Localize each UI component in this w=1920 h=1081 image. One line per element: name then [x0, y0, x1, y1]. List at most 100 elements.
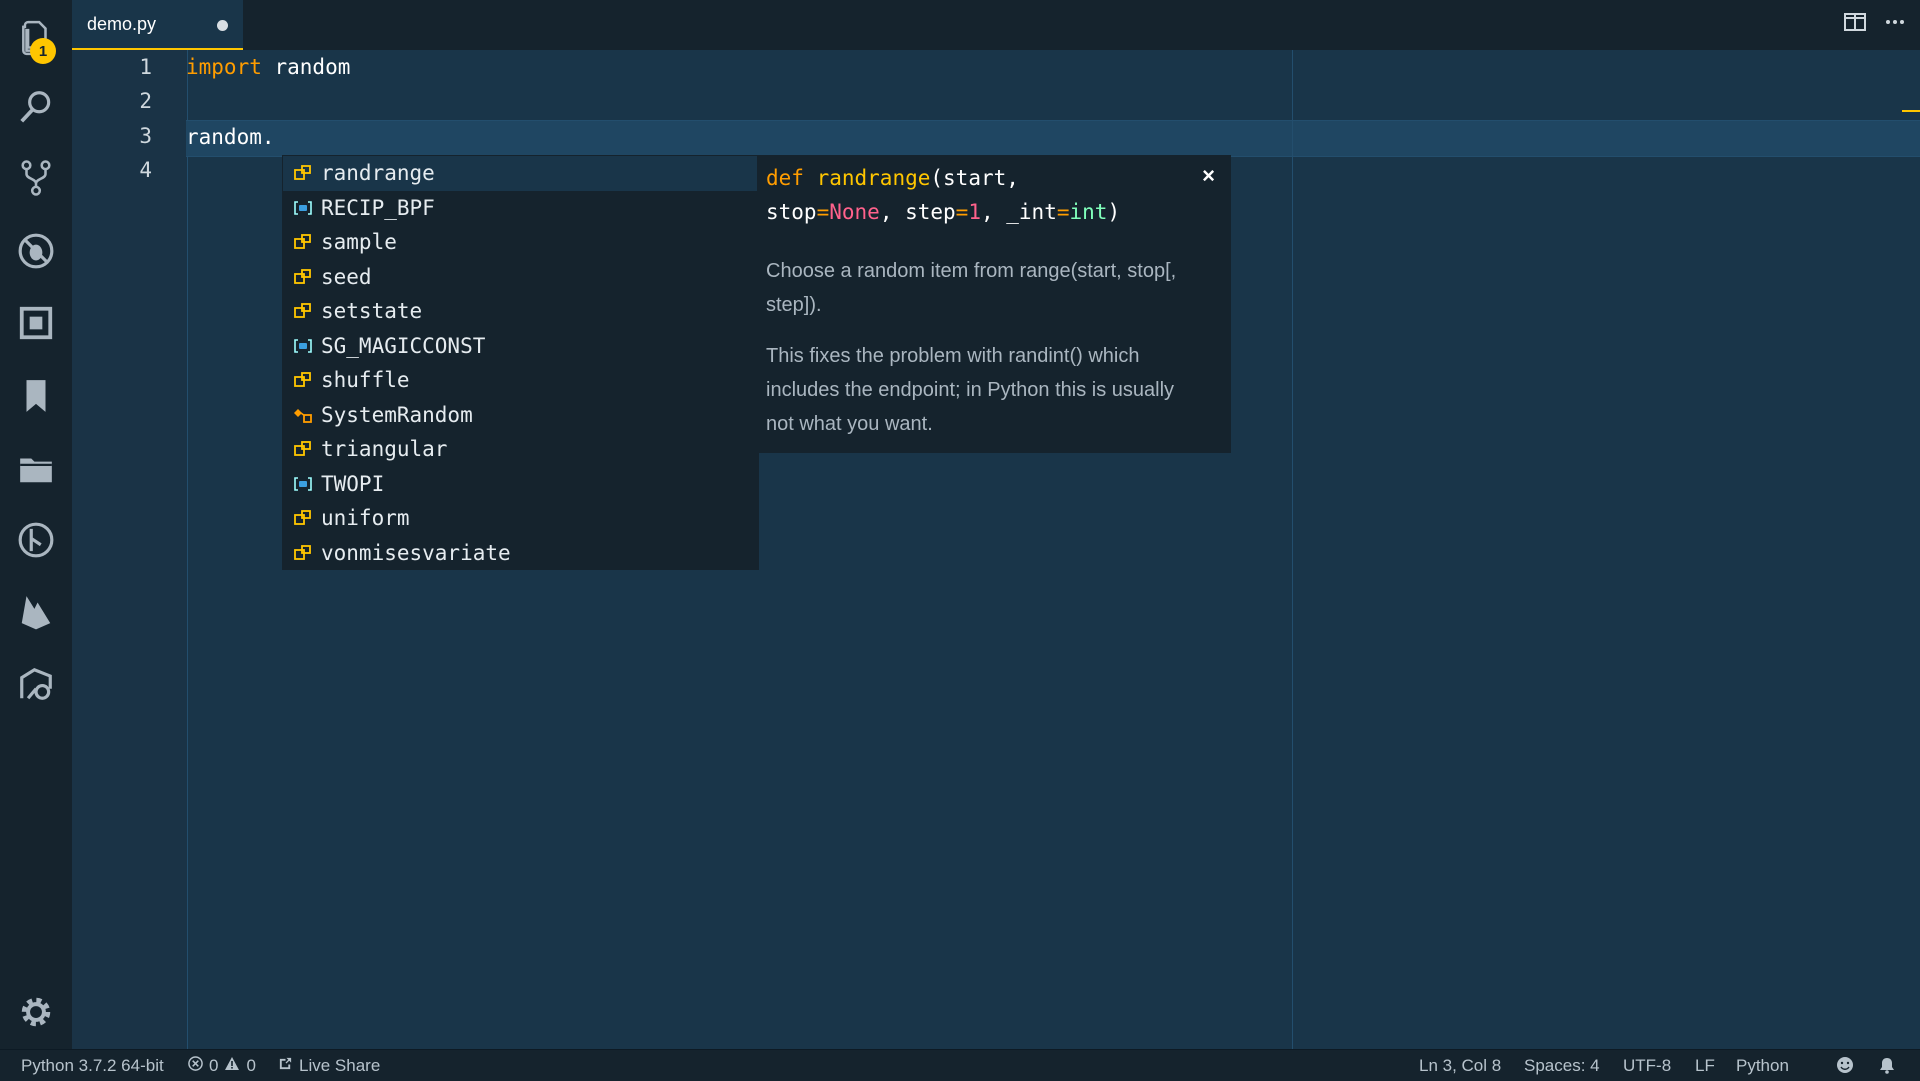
- live-share-button[interactable]: Live Share: [278, 1056, 380, 1076]
- sig-open: (start,: [930, 166, 1019, 190]
- tab-label: demo.py: [87, 14, 157, 34]
- line-number: 3: [139, 124, 152, 148]
- method-icon: [291, 541, 315, 565]
- sig-one: 1: [968, 200, 981, 224]
- more-actions-icon[interactable]: [1884, 12, 1906, 32]
- suggestion-label: SystemRandom: [321, 402, 473, 427]
- tab-bar: demo.py: [72, 0, 1920, 51]
- editor-actions: [1844, 12, 1906, 32]
- line-ending[interactable]: LF: [1695, 1056, 1715, 1076]
- suggestion-item[interactable]: uniform: [283, 501, 758, 536]
- suggestion-label: SG_MAGICCONST: [321, 333, 486, 358]
- suggestion-item[interactable]: RECIP_BPF: [283, 191, 758, 226]
- project-manager-icon[interactable]: [14, 446, 58, 490]
- close-icon[interactable]: ×: [1202, 163, 1215, 189]
- suggestion-label: sample: [321, 230, 397, 255]
- sig-def: def: [766, 166, 804, 190]
- suggestion-item[interactable]: seed: [283, 260, 758, 295]
- suggestion-item[interactable]: vonmisesvariate: [283, 536, 758, 571]
- method-icon: [291, 506, 315, 530]
- search-icon[interactable]: [14, 85, 58, 129]
- editor-ruler: [1292, 50, 1293, 1049]
- suggestion-item[interactable]: SystemRandom: [283, 398, 758, 433]
- suggestion-item[interactable]: setstate: [283, 294, 758, 329]
- encoding[interactable]: UTF-8: [1623, 1056, 1671, 1076]
- notifications-bell-icon[interactable]: [1878, 1056, 1896, 1074]
- explorer-badge: 1: [30, 38, 56, 64]
- suggestion-list: randrange RECIP_BPFsample seed setstate SG_M…: [282, 155, 759, 570]
- language-mode[interactable]: Python: [1736, 1056, 1789, 1076]
- warning-count: 0: [246, 1056, 256, 1075]
- function-signature: def randrange(start, stop=None, step=1, _…: [766, 161, 1186, 229]
- python-interpreter[interactable]: Python 3.7.2 64-bit: [21, 1056, 164, 1076]
- line-number: 2: [139, 89, 152, 113]
- suggestion-label: vonmisesvariate: [321, 540, 511, 565]
- method-icon: [291, 161, 315, 185]
- live-share-icon: [278, 1056, 293, 1076]
- suggestion-item[interactable]: randrange: [283, 156, 758, 191]
- doc-text-line: step]).: [766, 294, 822, 316]
- doc-paragraph-2: This fixes the problem with randint() wh…: [766, 339, 1226, 441]
- suggestion-item[interactable]: triangular: [283, 432, 758, 467]
- suggestion-label: randrange: [321, 161, 435, 186]
- sig-none: None: [829, 200, 880, 224]
- line-number: 1: [139, 55, 152, 79]
- method-icon: [291, 265, 315, 289]
- bookmarks-icon[interactable]: [14, 374, 58, 418]
- suggestion-label: setstate: [321, 299, 423, 324]
- keyword-import: import: [186, 55, 262, 79]
- suggestion-item[interactable]: SG_MAGICCONST: [283, 329, 758, 364]
- method-icon: [291, 437, 315, 461]
- sig-int-type: int: [1069, 200, 1108, 224]
- doc-paragraph-1: Choose a random item from range(start, s…: [766, 254, 1226, 322]
- sig-int-param: , _int: [980, 200, 1057, 224]
- source-control-icon[interactable]: [14, 156, 58, 200]
- status-bar: Python 3.7.2 64-bit 0 0 Live Share Ln 3,…: [0, 1049, 1920, 1081]
- indentation[interactable]: Spaces: 4: [1524, 1056, 1600, 1076]
- method-icon: [291, 368, 315, 392]
- gitlens-icon[interactable]: [14, 518, 58, 562]
- debug-icon[interactable]: [14, 229, 58, 273]
- class-icon: [291, 403, 315, 427]
- warning-icon: [224, 1056, 240, 1076]
- suggestion-label: RECIP_BPF: [321, 195, 435, 220]
- suggestion-label: uniform: [321, 506, 410, 531]
- method-icon: [291, 299, 315, 323]
- suggestion-label: TWOPI: [321, 471, 385, 496]
- unsaved-dot-icon[interactable]: [217, 20, 228, 31]
- cursor-position[interactable]: Ln 3, Col 8: [1419, 1056, 1501, 1076]
- sig-eq: =: [816, 200, 830, 224]
- gear-icon[interactable]: [14, 990, 58, 1034]
- module-name: random: [261, 55, 351, 79]
- sig-eq: =: [955, 200, 969, 224]
- suggestion-item[interactable]: shuffle: [283, 363, 758, 398]
- variable-icon: [291, 472, 315, 496]
- suggestion-label: shuffle: [321, 368, 410, 393]
- firebase-icon[interactable]: [14, 590, 58, 634]
- doc-text-line: This fixes the problem with randint() wh…: [766, 345, 1140, 367]
- doc-text-line: Choose a random item from range(start, s…: [766, 260, 1177, 282]
- activity-bar: 1: [0, 0, 73, 1049]
- live-share-label: Live Share: [299, 1056, 381, 1075]
- code-line-3[interactable]: random.: [186, 120, 275, 154]
- doc-text-line: includes the endpoint; in Python this is…: [766, 379, 1175, 401]
- suggestion-item[interactable]: TWOPI: [283, 467, 758, 502]
- feedback-icon[interactable]: [1836, 1056, 1854, 1074]
- suggestion-label: triangular: [321, 437, 448, 462]
- line-number: 4: [139, 158, 152, 182]
- error-count: 0: [209, 1056, 219, 1075]
- remote-explorer-icon[interactable]: [14, 662, 58, 706]
- sig-close: ): [1107, 200, 1121, 224]
- tab-demo-py[interactable]: demo.py: [72, 0, 243, 50]
- suggestion-item[interactable]: sample: [283, 225, 758, 260]
- sig-stop: stop: [766, 200, 817, 224]
- problems-indicator[interactable]: 0 0: [188, 1056, 256, 1076]
- variable-icon: [291, 334, 315, 358]
- current-line-highlight: [186, 120, 1920, 157]
- doc-text-line: not what you want.: [766, 413, 933, 435]
- suggestion-label: seed: [321, 264, 372, 289]
- extensions-icon[interactable]: [14, 301, 58, 345]
- split-editor-icon[interactable]: [1844, 12, 1866, 32]
- code-line-1[interactable]: import random: [186, 50, 350, 84]
- line-number-gutter: 1 2 3 4: [72, 50, 188, 1049]
